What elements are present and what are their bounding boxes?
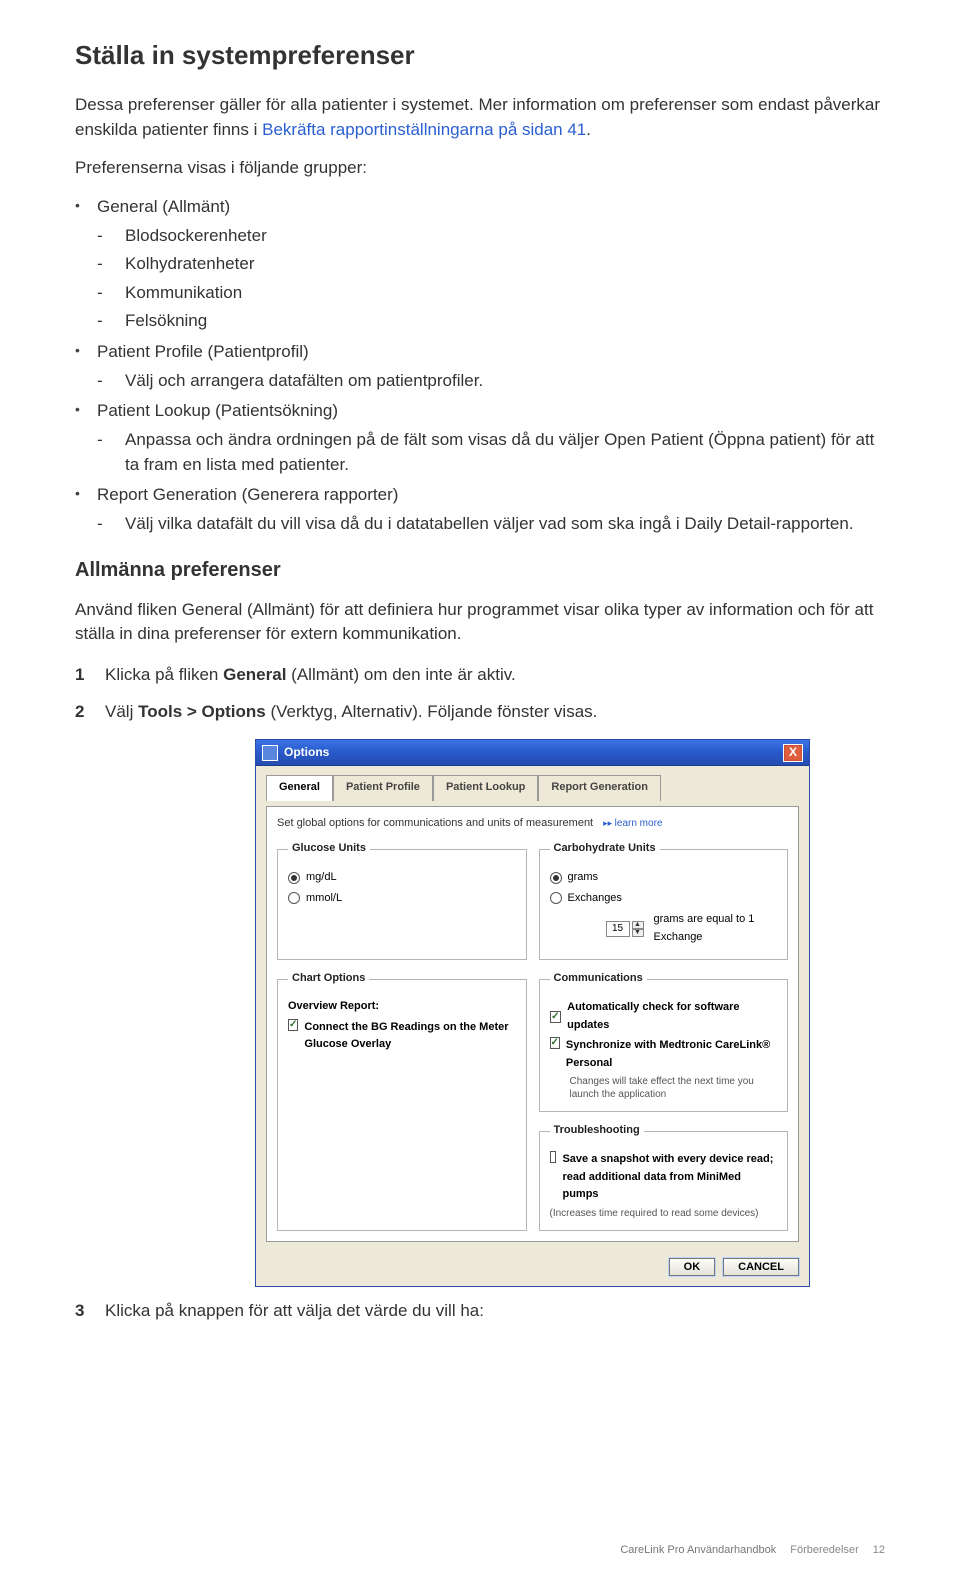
label-save-snapshot: Save a snapshot with every device read; … bbox=[562, 1151, 777, 1204]
steps-list: Klicka på fliken General (Allmänt) om de… bbox=[75, 661, 885, 1324]
label-auto-update: Automatically check for software updates bbox=[567, 999, 777, 1034]
checkbox-sync-carelink[interactable] bbox=[550, 1037, 560, 1049]
footer-product: CareLink Pro Användarhandbok bbox=[620, 1544, 776, 1556]
list-item: Felsökning bbox=[125, 309, 885, 334]
list-item: Patient Lookup (Patientsökning) Anpassa … bbox=[97, 399, 885, 477]
list-item: Välj och arrangera datafälten om patient… bbox=[125, 369, 885, 394]
glucose-units-group: Glucose Units mg/dL mmol/L bbox=[277, 840, 527, 960]
footer-section: Förberedelser bbox=[790, 1544, 858, 1556]
spinner-up-icon[interactable]: ▲ bbox=[632, 921, 644, 929]
intro-text-suffix: . bbox=[586, 120, 591, 139]
label-mgdl: mg/dL bbox=[306, 869, 337, 887]
step-2: Välj Tools > Options (Verktyg, Alternati… bbox=[105, 698, 885, 1287]
communications-legend: Communications bbox=[550, 970, 647, 988]
page-footer: CareLink Pro Användarhandbok Förberedels… bbox=[620, 1544, 885, 1556]
footer-page-number: 12 bbox=[873, 1544, 885, 1556]
tab-general[interactable]: General bbox=[266, 775, 333, 801]
dialog-tabs: General Patient Profile Patient Lookup R… bbox=[266, 774, 799, 800]
troubleshooting-group: Troubleshooting Save a snapshot with eve… bbox=[539, 1122, 789, 1230]
preference-groups-list: General (Allmänt) Blodsockerenheter Kolh… bbox=[75, 195, 885, 537]
snapshot-note: (Increases time required to read some de… bbox=[550, 1207, 778, 1220]
label-sync-carelink: Synchronize with Medtronic CareLink® Per… bbox=[566, 1037, 777, 1072]
sync-note: Changes will take effect the next time y… bbox=[570, 1075, 778, 1101]
page-title: Ställa in systempreferenser bbox=[75, 40, 885, 71]
list-item: Patient Profile (Patientprofil) Välj och… bbox=[97, 340, 885, 393]
communications-group: Communications Automatically check for s… bbox=[539, 970, 789, 1112]
carb-units-legend: Carbohydrate Units bbox=[550, 840, 660, 858]
exchange-spinner-label: grams are equal to 1 Exchange bbox=[654, 911, 778, 946]
list-item: Välj vilka datafält du vill visa då du i… bbox=[125, 512, 885, 537]
tab-panel-general: Set global options for communications an… bbox=[266, 806, 799, 1242]
list-item: Kolhydratenheter bbox=[125, 252, 885, 277]
intro-link[interactable]: Bekräfta rapportinställningarna på sidan… bbox=[262, 120, 586, 139]
carbohydrate-units-group: Carbohydrate Units grams Exchanges bbox=[539, 840, 789, 960]
radio-mgdl[interactable] bbox=[288, 872, 300, 884]
chart-options-group: Chart Options Overview Report: Connect t… bbox=[277, 970, 527, 1230]
label-connect-bg: Connect the BG Readings on the Meter Glu… bbox=[304, 1019, 515, 1054]
group-report: Report Generation (Generera rapporter) bbox=[97, 485, 398, 504]
learn-more-link[interactable]: learn more bbox=[603, 816, 662, 832]
checkbox-connect-bg[interactable] bbox=[288, 1019, 298, 1031]
groups-intro: Preferenserna visas i följande grupper: bbox=[75, 156, 885, 181]
dialog-titlebar[interactable]: Options X bbox=[256, 740, 809, 766]
chart-options-legend: Chart Options bbox=[288, 970, 369, 988]
glucose-units-legend: Glucose Units bbox=[288, 840, 370, 858]
list-item: General (Allmänt) Blodsockerenheter Kolh… bbox=[97, 195, 885, 334]
radio-grams[interactable] bbox=[550, 872, 562, 884]
ok-button[interactable]: OK bbox=[669, 1258, 716, 1276]
sub-paragraph: Använd fliken General (Allmänt) för att … bbox=[75, 598, 885, 647]
label-grams: grams bbox=[568, 869, 599, 887]
list-item: Kommunikation bbox=[125, 281, 885, 306]
tab-patient-profile[interactable]: Patient Profile bbox=[333, 775, 433, 801]
exchange-spinner-value: 15 bbox=[606, 921, 630, 937]
group-lookup: Patient Lookup (Patientsökning) bbox=[97, 401, 338, 420]
group-general: General (Allmänt) bbox=[97, 197, 230, 216]
checkbox-save-snapshot[interactable] bbox=[550, 1151, 557, 1163]
app-icon bbox=[262, 745, 278, 761]
sub-heading: Allmänna preferenser bbox=[75, 559, 885, 582]
close-button[interactable]: X bbox=[783, 744, 803, 762]
group-profile: Patient Profile (Patientprofil) bbox=[97, 342, 309, 361]
label-exchanges: Exchanges bbox=[568, 890, 622, 908]
intro-paragraph: Dessa preferenser gäller för alla patien… bbox=[75, 93, 885, 142]
cancel-button[interactable]: CANCEL bbox=[723, 1258, 799, 1276]
step-1: Klicka på fliken General (Allmänt) om de… bbox=[105, 661, 885, 688]
troubleshooting-legend: Troubleshooting bbox=[550, 1122, 644, 1140]
radio-exchanges[interactable] bbox=[550, 892, 562, 904]
close-icon: X bbox=[789, 743, 797, 762]
options-dialog: Options X General Patient Profile Patien… bbox=[255, 739, 810, 1287]
checkbox-auto-update[interactable] bbox=[550, 1011, 562, 1023]
dialog-title: Options bbox=[284, 743, 329, 762]
overview-report-label: Overview Report: bbox=[288, 998, 379, 1016]
tab-patient-lookup[interactable]: Patient Lookup bbox=[433, 775, 538, 801]
list-item: Blodsockerenheter bbox=[125, 224, 885, 249]
exchange-spinner[interactable]: 15 ▲ ▼ bbox=[606, 921, 644, 937]
spinner-down-icon[interactable]: ▼ bbox=[632, 929, 644, 937]
label-mmol: mmol/L bbox=[306, 890, 342, 908]
radio-mmol[interactable] bbox=[288, 892, 300, 904]
tab-report-generation[interactable]: Report Generation bbox=[538, 775, 661, 801]
list-item: Anpassa och ändra ordningen på de fält s… bbox=[125, 428, 885, 477]
panel-description: Set global options for communications an… bbox=[277, 815, 593, 833]
list-item: Report Generation (Generera rapporter) V… bbox=[97, 483, 885, 536]
step-3: Klicka på knappen för att välja det värd… bbox=[105, 1297, 885, 1324]
